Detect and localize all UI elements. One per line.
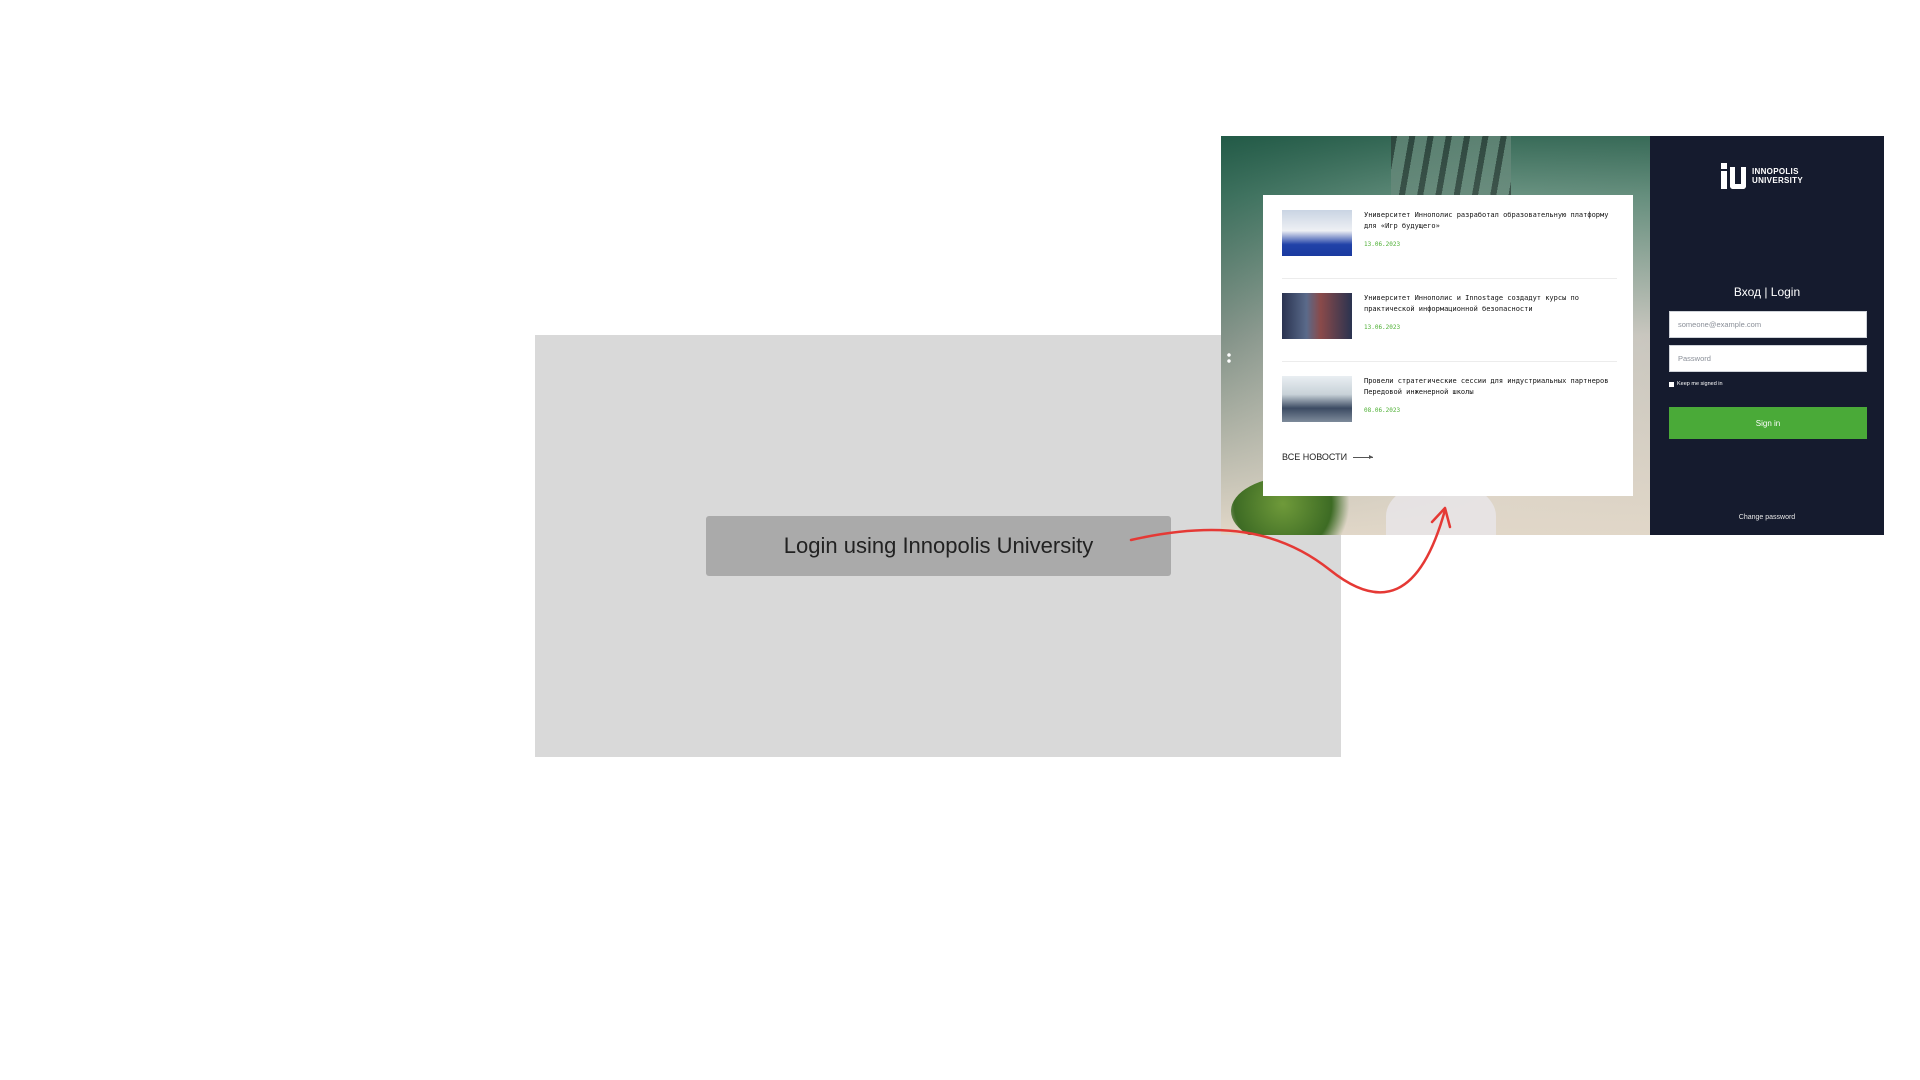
news-item[interactable]: Университет Иннополис и Innostage создад… (1282, 293, 1617, 353)
login-sidebar: INNOPOLIS UNIVERSITY Вход | Login Keep m… (1650, 136, 1884, 535)
checkbox-icon[interactable] (1669, 381, 1674, 387)
arrow-right-icon (1353, 454, 1374, 459)
iu-logo-icon (1721, 163, 1747, 189)
staircase-decoration (1391, 136, 1511, 196)
news-title[interactable]: Провели стратегические сессии для индуст… (1364, 376, 1609, 398)
email-field[interactable] (1669, 311, 1867, 338)
news-item[interactable]: Университет Иннополис разработал образов… (1282, 210, 1617, 270)
keep-signed-in-checkbox[interactable]: Keep me signed in (1669, 381, 1723, 387)
logo-line-1: INNOPOLIS (1752, 167, 1799, 176)
innopolis-logo: INNOPOLIS UNIVERSITY (1721, 163, 1803, 189)
news-divider (1282, 361, 1617, 362)
password-field[interactable] (1669, 345, 1867, 372)
news-item[interactable]: Провели стратегические сессии для индуст… (1282, 376, 1617, 436)
logo-line-2: UNIVERSITY (1752, 176, 1804, 185)
news-date: 13.06.2023 (1364, 324, 1401, 331)
news-divider (1282, 278, 1617, 279)
news-card: Университет Иннополис разработал образов… (1263, 195, 1633, 496)
news-title[interactable]: Университет Иннополис и Innostage создад… (1364, 293, 1609, 315)
innopolis-login-preview: Университет Иннополис разработал образов… (1221, 136, 1884, 535)
news-title[interactable]: Университет Иннополис разработал образов… (1364, 210, 1609, 232)
change-password-link[interactable]: Change password (1650, 514, 1884, 521)
keep-signed-in-label: Keep me signed in (1677, 381, 1723, 387)
sign-in-button[interactable]: Sign in (1669, 407, 1867, 439)
login-innopolis-button[interactable]: Login using Innopolis University (706, 516, 1171, 576)
news-date: 08.06.2023 (1364, 407, 1401, 414)
news-date: 13.06.2023 (1364, 241, 1401, 248)
carousel-dots[interactable] (1227, 352, 1231, 364)
all-news-label: ВСЕ НОВОСТИ (1282, 452, 1348, 462)
news-thumbnail[interactable] (1282, 210, 1352, 256)
news-thumbnail[interactable] (1282, 293, 1352, 339)
news-thumbnail[interactable] (1282, 376, 1352, 422)
login-heading: Вход | Login (1733, 285, 1801, 299)
all-news-link[interactable]: ВСЕ НОВОСТИ (1282, 452, 1374, 462)
